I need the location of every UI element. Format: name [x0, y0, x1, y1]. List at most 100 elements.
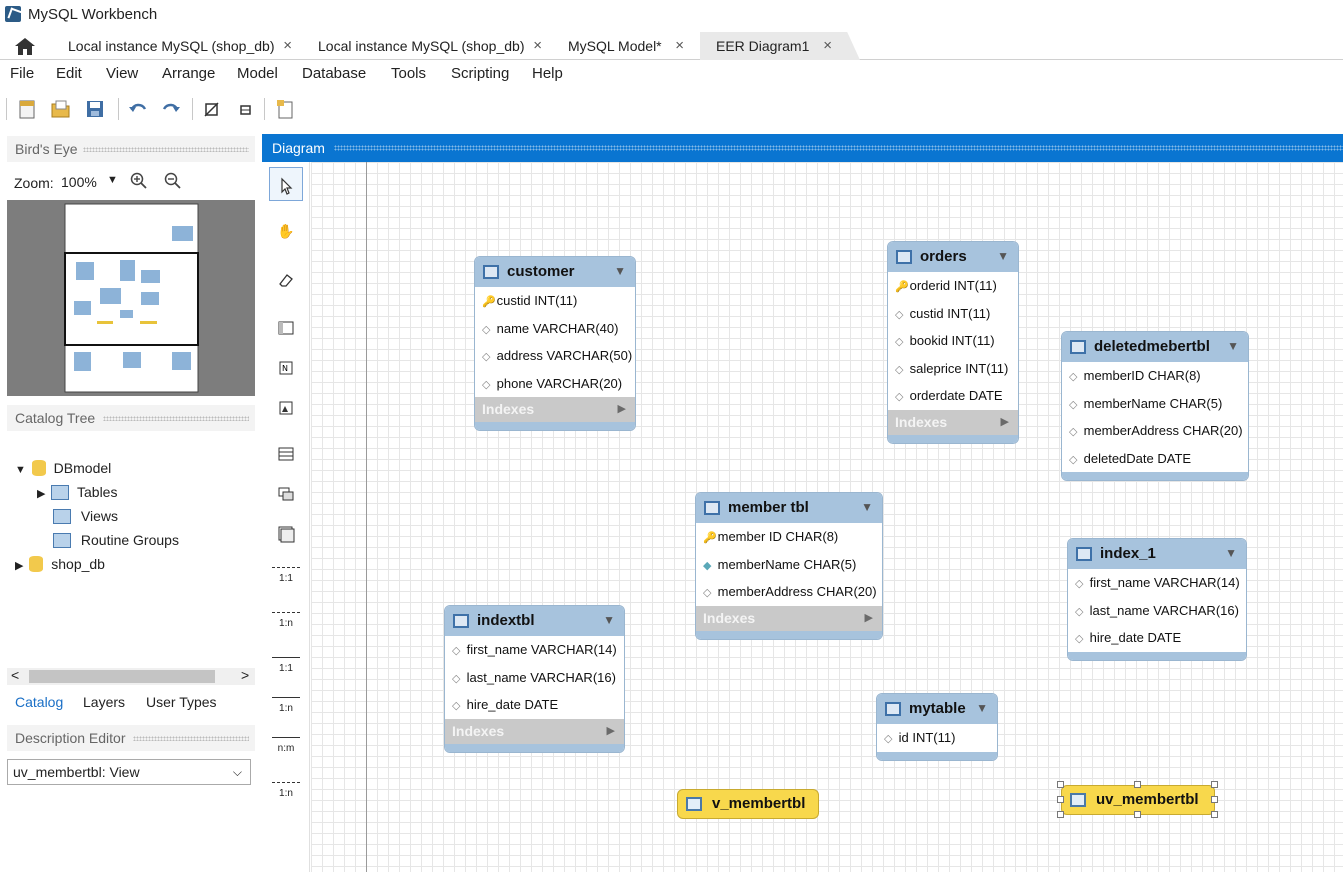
- column-row[interactable]: ◆ memberName CHAR(5): [696, 551, 882, 579]
- home-icon[interactable]: [12, 35, 42, 57]
- tree-node-shop-db[interactable]: ▶ shop_db: [15, 556, 105, 572]
- view-tool-icon[interactable]: [269, 476, 303, 510]
- selection-handle[interactable]: [1211, 811, 1218, 818]
- table-mytable[interactable]: mytable ▼ ◇ id INT(11): [876, 693, 998, 761]
- new-note-icon[interactable]: [274, 98, 296, 120]
- tab-local-instance-2[interactable]: Local instance MySQL (shop_db) ×: [306, 32, 554, 60]
- column-row[interactable]: ◇ name VARCHAR(40): [475, 315, 635, 343]
- note-tool-icon[interactable]: N: [269, 350, 303, 384]
- column-row[interactable]: ◇ memberName CHAR(5): [1062, 390, 1248, 418]
- column-row[interactable]: ◇ first_name VARCHAR(14): [445, 636, 624, 664]
- tab-close-icon[interactable]: ×: [675, 32, 684, 60]
- selection-handle[interactable]: [1057, 781, 1064, 788]
- column-row[interactable]: ◇ phone VARCHAR(20): [475, 370, 635, 398]
- menu-file[interactable]: File: [10, 65, 34, 82]
- column-row[interactable]: ◇ deletedDate DATE: [1062, 445, 1248, 473]
- tree-node-routine-groups[interactable]: Routine Groups: [53, 532, 179, 548]
- selection-handle[interactable]: [1057, 796, 1064, 803]
- table-customer[interactable]: customer ▼ 🔑 custid INT(11) ◇ name VARCHA…: [474, 256, 636, 431]
- table-header[interactable]: mytable ▼: [877, 694, 997, 724]
- toggle-grid-icon[interactable]: [201, 98, 223, 120]
- expand-down-icon[interactable]: ▼: [15, 464, 26, 476]
- zoom-in-icon[interactable]: [129, 171, 149, 194]
- tab-close-icon[interactable]: ×: [533, 32, 542, 60]
- table-header[interactable]: index_1 ▼: [1068, 539, 1246, 569]
- indexes-section[interactable]: Indexes: [888, 409, 1018, 435]
- collapse-icon[interactable]: ▼: [614, 264, 626, 278]
- eraser-tool-icon[interactable]: [269, 262, 303, 296]
- column-row[interactable]: ◇ orderdate DATE: [888, 382, 1018, 410]
- zoom-value[interactable]: 100%: [61, 174, 97, 190]
- menu-edit[interactable]: Edit: [56, 65, 82, 82]
- menu-tools[interactable]: Tools: [391, 65, 426, 82]
- table-orders[interactable]: orders ▼ 🔑 orderid INT(11) ◇ custid INT(1…: [887, 241, 1019, 444]
- indexes-section[interactable]: Indexes: [696, 605, 882, 631]
- column-row[interactable]: ◇ custid INT(11): [888, 300, 1018, 328]
- menu-database[interactable]: Database: [302, 65, 366, 82]
- table-header[interactable]: deletedmebertbl ▼: [1062, 332, 1248, 362]
- redo-icon[interactable]: [160, 98, 182, 120]
- column-row[interactable]: ◇ hire_date DATE: [445, 691, 624, 719]
- tab-user-types[interactable]: User Types: [146, 694, 217, 710]
- open-model-icon[interactable]: [50, 98, 72, 120]
- table-header[interactable]: orders ▼: [888, 242, 1018, 272]
- hand-tool-icon[interactable]: ✋: [269, 214, 303, 248]
- column-row[interactable]: ◇ first_name VARCHAR(14): [1068, 569, 1246, 597]
- tab-catalog[interactable]: Catalog: [15, 694, 63, 710]
- table-index-1[interactable]: index_1 ▼ ◇ first_name VARCHAR(14) ◇ last…: [1067, 538, 1247, 661]
- scroll-left-icon[interactable]: <: [11, 667, 19, 683]
- relationship-1-1-nonidentifying[interactable]: 1:1: [268, 567, 304, 584]
- relationship-1-n-identifying[interactable]: 1:n: [268, 697, 304, 714]
- new-model-icon[interactable]: [16, 98, 38, 120]
- diagram-canvas[interactable]: customer ▼ 🔑 custid INT(11) ◇ name VARCHA…: [311, 162, 1343, 872]
- column-row[interactable]: ◇ bookid INT(11): [888, 327, 1018, 355]
- column-row[interactable]: ◇ address VARCHAR(50): [475, 342, 635, 370]
- table-header[interactable]: member tbl ▼: [696, 493, 882, 523]
- save-model-icon[interactable]: [84, 98, 106, 120]
- collapse-icon[interactable]: ▼: [861, 500, 873, 514]
- column-row[interactable]: 🔑 custid INT(11): [475, 287, 635, 315]
- tree-node-dbmodel[interactable]: ▼ DBmodel: [15, 460, 111, 476]
- selection-handle[interactable]: [1211, 781, 1218, 788]
- relationship-1-n-nonidentifying[interactable]: 1:n: [268, 612, 304, 629]
- view-v-membertbl[interactable]: v_membertbl: [677, 789, 819, 819]
- collapse-icon[interactable]: ▼: [603, 613, 615, 627]
- tree-node-views[interactable]: Views: [53, 508, 118, 524]
- collapse-icon[interactable]: ▼: [976, 701, 988, 715]
- menu-model[interactable]: Model: [237, 65, 278, 82]
- selection-handle[interactable]: [1057, 811, 1064, 818]
- selection-handle[interactable]: [1134, 811, 1141, 818]
- layer-tool-icon[interactable]: [269, 310, 303, 344]
- column-row[interactable]: ◇ last_name VARCHAR(16): [445, 664, 624, 692]
- expand-right-icon[interactable]: ▶: [37, 488, 45, 500]
- tab-close-icon[interactable]: ×: [823, 32, 832, 60]
- table-header[interactable]: customer ▼: [475, 257, 635, 287]
- align-grid-icon[interactable]: [234, 98, 256, 120]
- menu-scripting[interactable]: Scripting: [451, 65, 509, 82]
- column-row[interactable]: ◇ last_name VARCHAR(16): [1068, 597, 1246, 625]
- column-row[interactable]: ◇ memberID CHAR(8): [1062, 362, 1248, 390]
- pointer-tool-icon[interactable]: [269, 167, 303, 201]
- scroll-right-icon[interactable]: >: [241, 667, 249, 683]
- image-tool-icon[interactable]: [269, 390, 303, 424]
- indexes-section[interactable]: Indexes: [445, 718, 624, 744]
- description-object-select[interactable]: uv_membertbl: View ⌵: [7, 759, 251, 785]
- column-row[interactable]: 🔑 orderid INT(11): [888, 272, 1018, 300]
- table-tool-icon[interactable]: [269, 436, 303, 470]
- relationship-n-m[interactable]: n:m: [268, 737, 304, 754]
- routine-group-tool-icon[interactable]: [269, 516, 303, 550]
- menu-arrange[interactable]: Arrange: [162, 65, 215, 82]
- column-row[interactable]: ◇ memberAddress CHAR(20): [696, 578, 882, 606]
- table-membertbl[interactable]: member tbl ▼ 🔑 member ID CHAR(8) ◆ member…: [695, 492, 883, 640]
- scrollbar-thumb[interactable]: [29, 670, 215, 683]
- tab-layers[interactable]: Layers: [83, 694, 125, 710]
- tab-mysql-model[interactable]: MySQL Model* ×: [556, 32, 696, 60]
- undo-icon[interactable]: [127, 98, 149, 120]
- column-row[interactable]: ◇ memberAddress CHAR(20): [1062, 417, 1248, 445]
- collapse-icon[interactable]: ▼: [1225, 546, 1237, 560]
- catalog-horizontal-scrollbar[interactable]: < >: [7, 667, 255, 685]
- column-row[interactable]: ◇ hire_date DATE: [1068, 624, 1246, 652]
- menu-view[interactable]: View: [106, 65, 138, 82]
- collapse-icon[interactable]: ▼: [997, 249, 1009, 263]
- zoom-dropdown-icon[interactable]: ▼: [107, 174, 118, 186]
